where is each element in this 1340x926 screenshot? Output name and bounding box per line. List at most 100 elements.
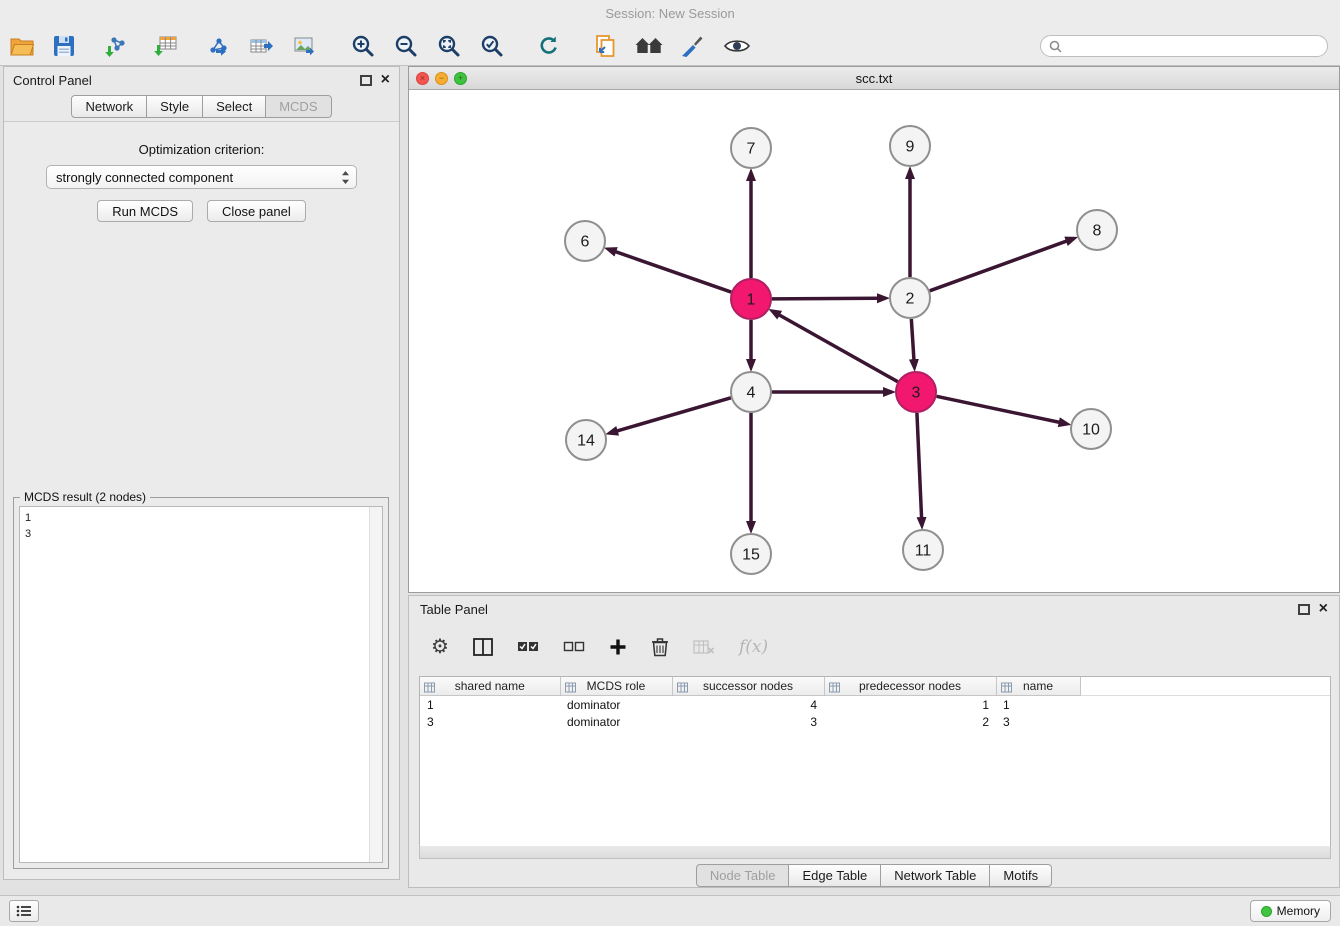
tab-network-table[interactable]: Network Table — [880, 864, 990, 887]
graph-node-10[interactable]: 10 — [1071, 409, 1111, 449]
task-history-button[interactable] — [9, 900, 39, 922]
save-session-icon[interactable] — [51, 33, 77, 59]
result-line: 3 — [25, 526, 368, 542]
tab-select[interactable]: Select — [202, 95, 266, 118]
network-view-window: × − + scc.txt 7 9 6 8 1 2 4 3 14 10 15 11 — [408, 66, 1340, 593]
zoom-out-icon[interactable] — [393, 33, 419, 59]
tab-node-table[interactable]: Node Table — [696, 864, 790, 887]
close-table-panel-icon[interactable]: × — [1319, 601, 1328, 617]
close-panel-button[interactable]: Close panel — [207, 200, 306, 222]
network-window-title: scc.txt — [409, 71, 1339, 86]
refresh-layout-icon[interactable] — [536, 33, 562, 59]
svg-text:8: 8 — [1093, 223, 1102, 240]
column-header-successor-nodes[interactable]: successor nodes — [672, 677, 824, 696]
memory-label: Memory — [1277, 904, 1320, 918]
tab-motifs[interactable]: Motifs — [989, 864, 1052, 887]
graph-node-7[interactable]: 7 — [731, 128, 771, 168]
minimize-window-icon[interactable]: − — [435, 72, 448, 85]
graph-edge-3-1[interactable] — [779, 315, 898, 382]
table-cell[interactable]: 3 — [672, 713, 824, 730]
svg-text:6: 6 — [581, 234, 590, 251]
table-cell[interactable]: 4 — [672, 696, 824, 714]
table-row[interactable]: 1dominator411 — [420, 696, 1330, 714]
close-panel-icon[interactable]: × — [381, 72, 390, 88]
delete-column-icon[interactable] — [651, 637, 669, 657]
table-cell[interactable]: 2 — [824, 713, 996, 730]
export-image-icon[interactable] — [292, 33, 318, 59]
table-hscrollbar[interactable] — [419, 846, 1331, 859]
maximize-window-icon[interactable]: + — [454, 72, 467, 85]
graph-node-15[interactable]: 15 — [731, 534, 771, 574]
graph-node-14[interactable]: 14 — [566, 420, 606, 460]
network-window-titlebar[interactable]: × − + scc.txt — [409, 67, 1339, 90]
column-header-mcds-role[interactable]: MCDS role — [560, 677, 672, 696]
nested-networks-home-icon[interactable] — [635, 33, 663, 59]
zoom-in-icon[interactable] — [350, 33, 376, 59]
graph-edge-3-10[interactable] — [937, 396, 1060, 422]
select-all-rows-icon[interactable] — [517, 640, 539, 654]
mcds-result-title: MCDS result (2 nodes) — [20, 490, 150, 504]
tab-network[interactable]: Network — [71, 95, 147, 118]
import-table-icon[interactable] — [153, 33, 179, 59]
export-network-icon[interactable] — [205, 33, 231, 59]
tab-mcds[interactable]: MCDS — [265, 95, 331, 118]
table-cell[interactable]: dominator — [560, 696, 672, 714]
result-line: 1 — [25, 510, 368, 526]
tab-edge-table[interactable]: Edge Table — [788, 864, 881, 887]
optimization-criterion-select[interactable]: strongly connected component — [46, 165, 357, 189]
table-cell[interactable]: 3 — [420, 713, 560, 730]
style-brush-icon[interactable] — [679, 33, 705, 59]
graph-edge-4-14[interactable] — [617, 398, 731, 431]
graph-node-1[interactable]: 1 — [731, 279, 771, 319]
zoom-fit-icon[interactable] — [436, 33, 462, 59]
float-panel-icon[interactable] — [360, 75, 372, 86]
float-table-panel-icon[interactable] — [1298, 604, 1310, 615]
open-file-icon[interactable] — [9, 33, 35, 59]
table-panel-tabs: Node Table Edge Table Network Table Moti… — [409, 864, 1339, 887]
graph-node-9[interactable]: 9 — [890, 126, 930, 166]
search-input[interactable] — [1067, 38, 1319, 55]
graph-node-2[interactable]: 2 — [890, 278, 930, 318]
tab-style[interactable]: Style — [146, 95, 203, 118]
table-settings-gear-icon[interactable]: ⚙ — [431, 637, 449, 657]
graph-node-11[interactable]: 11 — [903, 530, 943, 570]
run-mcds-button[interactable]: Run MCDS — [97, 200, 193, 222]
table-cell[interactable]: 3 — [996, 713, 1080, 730]
memory-button[interactable]: Memory — [1250, 900, 1331, 922]
graph-edge-2-8[interactable] — [930, 241, 1067, 291]
add-column-icon[interactable] — [609, 638, 627, 656]
optimization-criterion-label: Optimization criterion: — [4, 142, 399, 157]
export-table-icon[interactable] — [248, 33, 274, 59]
graph-node-6[interactable]: 6 — [565, 221, 605, 261]
network-graph[interactable]: 7 9 6 8 1 2 4 3 14 10 15 11 — [409, 90, 1339, 595]
table-cell[interactable]: 1 — [420, 696, 560, 714]
copy-document-icon[interactable] — [592, 33, 618, 59]
show-hide-eye-icon[interactable] — [724, 33, 750, 59]
graph-edge-1-6[interactable] — [615, 252, 731, 293]
titlebar: Session: New Session — [0, 0, 1340, 27]
table-cell-filler — [1080, 696, 1330, 714]
close-window-icon[interactable]: × — [416, 72, 429, 85]
result-scrollbar[interactable] — [369, 507, 382, 862]
graph-edge-3-11[interactable] — [917, 413, 922, 518]
column-header-predecessor-nodes[interactable]: predecessor nodes — [824, 677, 996, 696]
graph-node-8[interactable]: 8 — [1077, 210, 1117, 250]
column-visibility-icon[interactable] — [473, 638, 493, 656]
svg-text:7: 7 — [747, 141, 756, 158]
table-cell[interactable]: 1 — [824, 696, 996, 714]
table-row[interactable]: 3dominator323 — [420, 713, 1330, 730]
column-header-shared-name[interactable]: shared name — [420, 677, 560, 696]
import-network-icon[interactable] — [104, 33, 130, 59]
graph-node-3[interactable]: 3 — [896, 372, 936, 412]
zoom-selected-icon[interactable] — [479, 33, 505, 59]
deselect-all-rows-icon[interactable] — [563, 640, 585, 654]
graph-edge-1-2[interactable] — [772, 298, 878, 299]
graph-edge-2-3[interactable] — [911, 319, 914, 360]
table-cell[interactable]: 1 — [996, 696, 1080, 714]
mcds-result-list[interactable]: 1 3 — [19, 506, 383, 863]
table-cell[interactable]: dominator — [560, 713, 672, 730]
memory-indicator-dot — [1261, 906, 1272, 917]
search-box[interactable] — [1040, 35, 1328, 57]
graph-node-4[interactable]: 4 — [731, 372, 771, 412]
column-header-name[interactable]: name — [996, 677, 1080, 696]
